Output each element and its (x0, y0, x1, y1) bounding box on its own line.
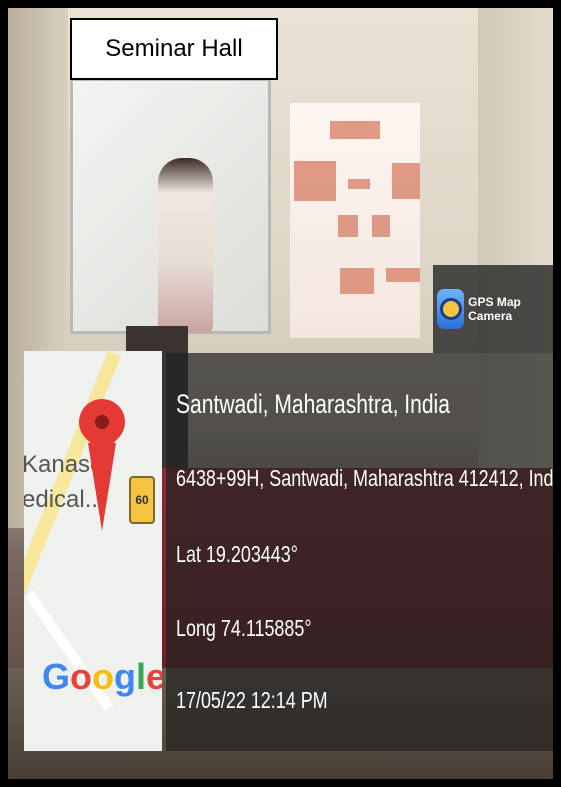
slide-box (386, 268, 420, 282)
slide-box (330, 121, 380, 139)
location-label: Seminar Hall (105, 35, 243, 62)
location-label-box: Seminar Hall (70, 18, 278, 80)
app-name: GPS Map Camera (468, 295, 521, 323)
map-pin-tail (88, 443, 116, 531)
longitude: Long 74.115885° (176, 615, 312, 641)
google-logo: Google (42, 656, 162, 697)
map-thumbnail: Kanase edical... 60 Google (24, 351, 162, 751)
app-badge: GPS Map Camera (433, 265, 553, 353)
speaker (158, 158, 213, 333)
seminar-photo: Seminar Hall GPS Map Camera Kanase edica… (8, 8, 553, 779)
slide-box (372, 215, 390, 237)
projection-screen (290, 103, 420, 338)
geo-info-panel: Santwadi, Maharashtra, India 6438+99H, S… (166, 353, 553, 751)
slide-box (392, 163, 420, 199)
slide-box (294, 161, 336, 201)
place-name: Santwadi, Maharashtra, India (176, 389, 450, 419)
photo-frame: Seminar Hall GPS Map Camera Kanase edica… (0, 0, 561, 787)
road-shield: 60 (129, 476, 155, 524)
timestamp: 17/05/22 12:14 PM (176, 687, 328, 713)
road-number: 60 (135, 493, 149, 507)
gps-map-camera-icon (437, 289, 465, 329)
slide-box (338, 215, 358, 237)
address: 6438+99H, Santwadi, Maharashtra 412412, … (176, 465, 553, 491)
slide-box (348, 179, 370, 189)
map-pin-dot (95, 415, 109, 429)
latitude: Lat 19.203443° (176, 541, 298, 567)
slide-box (340, 268, 374, 294)
